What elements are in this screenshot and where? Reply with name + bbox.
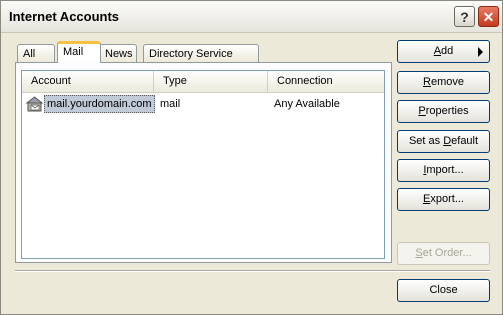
properties-button[interactable]: Properties [397,100,490,123]
divider [15,270,490,272]
set-as-default-button[interactable]: Set as Default [397,130,490,153]
set-default-label: efault [451,135,479,147]
properties-mnemonic: P [418,105,426,117]
add-mnemonic: A [433,45,442,57]
set-order-button[interactable]: Set Order... [397,242,490,265]
tab-directory-service[interactable]: Directory Service [143,44,259,62]
mail-account-icon [26,96,44,112]
account-connection: Any Available [274,98,340,110]
internet-accounts-dialog: Internet Accounts ? ✕ All News Directory… [0,0,503,315]
add-label: dd [441,45,454,57]
set-default-mnemonic: D [443,135,452,147]
remove-label: emove [430,76,464,88]
set-order-label: et Order... [422,247,472,259]
export-label: xport... [430,193,464,205]
tab-all[interactable]: All [17,44,55,62]
close-button[interactable]: Close [397,279,490,302]
remove-mnemonic: R [423,76,431,88]
help-icon[interactable]: ? [454,6,475,27]
close-icon[interactable]: ✕ [478,6,499,27]
submenu-arrow-icon [478,47,483,57]
export-button[interactable]: Export... [397,188,490,211]
window-title: Internet Accounts [9,9,120,24]
account-name[interactable]: mail.yourdomain.com [44,95,155,113]
title-bar[interactable]: Internet Accounts ? ✕ [1,1,502,33]
column-header-type[interactable]: Type [153,71,267,92]
add-button[interactable]: Add [397,40,490,63]
list-header: Account Type Connection [22,71,384,93]
set-order-mnemonic: S [415,247,423,259]
set-default-prefix: Set as [408,135,444,147]
column-header-connection[interactable]: Connection [267,71,382,92]
list-item[interactable]: mail.yourdomain.com mail Any Available [22,95,384,113]
tab-news[interactable]: News [99,44,137,62]
tab-mail[interactable]: Mail [57,41,101,63]
account-type: mail [160,98,181,110]
import-label: mport... [426,164,464,176]
column-header-account[interactable]: Account [22,71,153,92]
properties-label: roperties [425,105,469,117]
accounts-list[interactable]: Account Type Connection mail.yourdomain.… [21,70,385,259]
import-button[interactable]: Import... [397,159,490,182]
remove-button[interactable]: Remove [397,71,490,94]
